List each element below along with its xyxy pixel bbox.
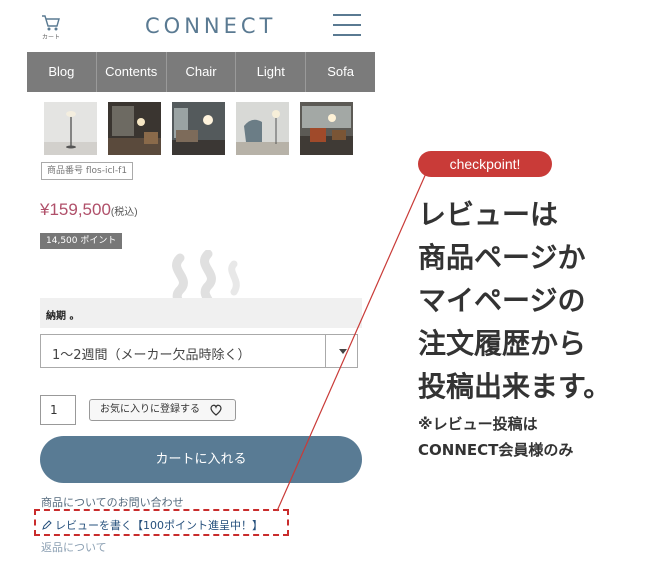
callout-line-3: マイページの	[418, 284, 586, 317]
nav-item-contents[interactable]: Contents	[97, 52, 167, 92]
callout-line-2: 商品ページか	[418, 241, 586, 274]
quantity-input[interactable]: 1	[40, 395, 76, 425]
header: カート CONNECT	[27, 0, 375, 52]
delivery-period-bar: 納期 。	[40, 298, 362, 328]
product-inquiry-link[interactable]: 商品についてのお問い合わせ	[41, 494, 184, 510]
callout-sub-note: ※レビュー投稿は CONNECT会員様のみ	[418, 411, 648, 463]
write-review-link[interactable]: レビューを書く【100ポイント進呈中！】	[42, 517, 263, 533]
product-sku: 商品番号 flos-icl-f1	[41, 162, 134, 180]
nav-item-sofa[interactable]: Sofa	[306, 52, 375, 92]
thumbnail-1[interactable]	[44, 102, 97, 155]
nav-item-chair[interactable]: Chair	[167, 52, 237, 92]
thumbnail-2[interactable]	[108, 102, 161, 155]
review-highlight-box: レビューを書く【100ポイント進呈中！】	[34, 509, 289, 536]
cart-button[interactable]: カート	[40, 14, 62, 41]
product-thumbnails	[44, 102, 353, 155]
chevron-down-icon[interactable]	[325, 335, 357, 367]
callout-line-4: 注文履歴から	[418, 327, 587, 360]
checkpoint-badge: checkpoint!	[418, 151, 552, 177]
delivery-period-value: 1〜2週間（メーカー欠品時除く）	[52, 348, 251, 363]
delivery-period-label: 納期 。	[46, 311, 80, 322]
site-logo[interactable]: CONNECT	[145, 14, 276, 38]
heart-icon	[210, 404, 222, 416]
cart-icon	[42, 15, 60, 31]
nav-item-blog[interactable]: Blog	[27, 52, 97, 92]
callout-line-1: レビューは	[418, 198, 559, 231]
hamburger-menu-icon[interactable]	[333, 14, 361, 36]
pencil-icon	[42, 520, 52, 530]
callout-note-2: CONNECT会員様のみ	[418, 441, 574, 459]
delivery-period-select[interactable]: 1〜2週間（メーカー欠品時除く）	[40, 334, 358, 368]
add-favorite-label: お気に入りに登録する	[100, 404, 200, 415]
callout-line-5: 投稿出来ます。	[418, 370, 612, 403]
thumbnail-3[interactable]	[172, 102, 225, 155]
thumbnail-4[interactable]	[236, 102, 289, 155]
price-value: ¥159,500	[40, 200, 111, 219]
thumbnail-5[interactable]	[300, 102, 353, 155]
points-badge: 14,500 ポイント	[40, 233, 123, 249]
add-to-cart-button[interactable]: カートに入れる	[40, 436, 362, 483]
returns-link[interactable]: 返品について	[41, 539, 107, 555]
product-price: ¥159,500(税込)	[40, 200, 138, 220]
callout-main-note: レビューは 商品ページか マイページの 注文履歴から 投稿出来ます。	[418, 193, 648, 408]
nav-item-light[interactable]: Light	[236, 52, 307, 92]
add-favorite-button[interactable]: お気に入りに登録する	[89, 399, 236, 421]
callout-note-1: ※レビュー投稿は	[418, 415, 538, 433]
write-review-label: レビューを書く【100ポイント進呈中！】	[55, 519, 263, 532]
category-nav: Blog Contents Chair Light Sofa	[27, 52, 375, 92]
cart-label: カート	[41, 34, 60, 41]
price-tax-label: (税込)	[110, 207, 138, 218]
